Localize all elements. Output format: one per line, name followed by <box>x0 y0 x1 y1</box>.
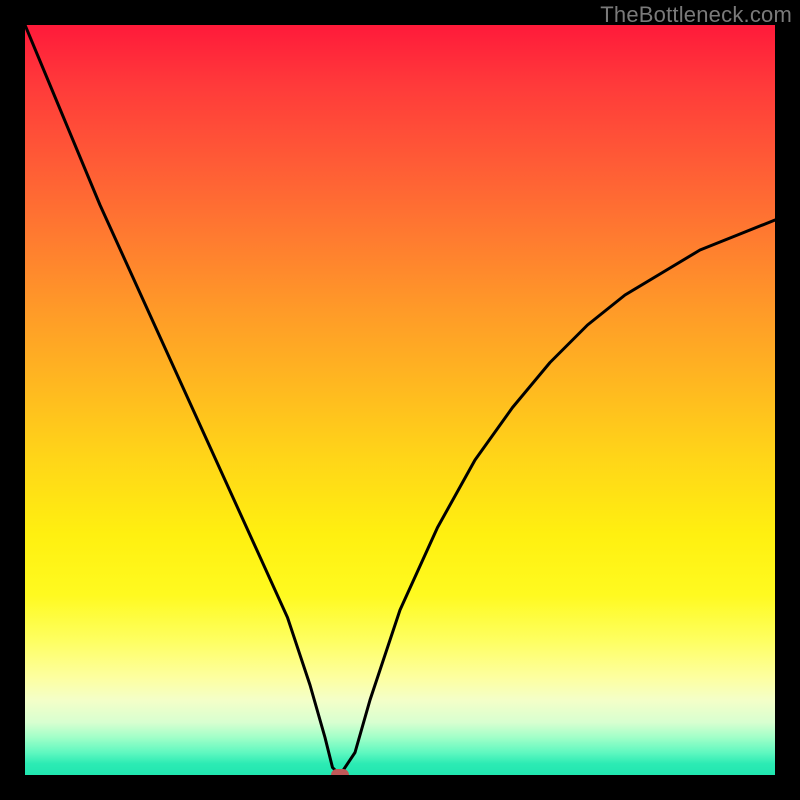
watermark-text: TheBottleneck.com <box>600 2 792 28</box>
plot-area <box>25 25 775 775</box>
bottleneck-curve <box>25 25 775 775</box>
optimal-point-marker <box>331 769 349 775</box>
chart-frame: TheBottleneck.com <box>0 0 800 800</box>
